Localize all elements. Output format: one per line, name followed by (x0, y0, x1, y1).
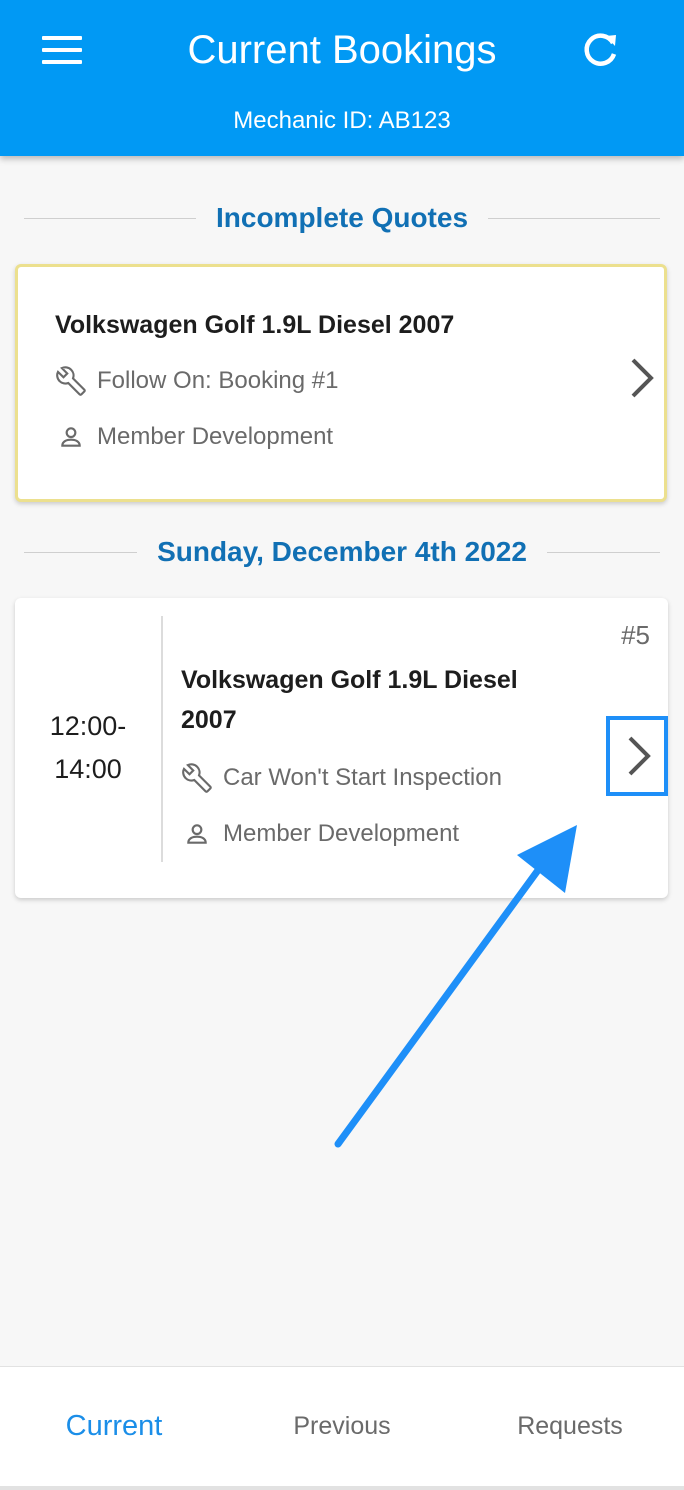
incomplete-quote-card[interactable]: Volkswagen Golf 1.9L Diesel 2007 Follow … (15, 264, 667, 502)
nav-tab-current[interactable]: Current (0, 1367, 228, 1486)
bottom-navigation: Current Previous Requests (0, 1366, 684, 1486)
heading-rule-left (24, 217, 196, 219)
mechanic-id: Mechanic ID: AB123 (233, 107, 451, 134)
booking-vehicle-title-line1: Volkswagen Golf 1.9L Diesel (181, 666, 518, 694)
person-icon (181, 818, 213, 850)
incomplete-quotes-heading: Incomplete Quotes (24, 198, 661, 238)
bottom-edge (0, 1486, 684, 1490)
booking-time-start: 12:00- (49, 711, 127, 741)
wrench-icon (181, 762, 213, 794)
quote-vehicle-title: Volkswagen Golf 1.9L Diesel 2007 (55, 311, 455, 339)
booking-card[interactable]: 12:00- 14:00 #5 Volkswagen Golf 1.9L Die… (15, 598, 668, 898)
incomplete-quotes-heading-text: Incomplete Quotes (215, 202, 469, 233)
booking-service-row: Car Won't Start Inspection (181, 758, 601, 798)
person-icon (55, 421, 87, 453)
date-heading: Sunday, December 4th 2022 (24, 532, 660, 572)
menu-button[interactable] (30, 22, 94, 78)
booking-member-row: Member Development (181, 814, 601, 854)
nav-tab-requests[interactable]: Requests (456, 1367, 684, 1486)
booking-number: #5 (621, 620, 650, 650)
page-title: Current Bookings (187, 28, 497, 72)
app-header: Current Bookings Mechanic ID: AB123 (0, 0, 684, 156)
nav-tab-previous[interactable]: Previous (228, 1367, 456, 1486)
date-heading-text: Sunday, December 4th 2022 (157, 536, 527, 567)
heading-rule-right (546, 551, 660, 553)
booking-member-text: Member Development (223, 820, 460, 847)
heading-rule-right (488, 217, 661, 219)
booking-time-end: 14:00 (54, 754, 122, 784)
heading-rule-left (24, 551, 138, 553)
quote-open-button[interactable] (618, 353, 662, 403)
refresh-icon (584, 33, 617, 66)
chevron-right-icon (631, 358, 654, 398)
refresh-button[interactable] (570, 22, 630, 78)
quote-member-text: Member Development (97, 423, 334, 450)
time-divider (161, 616, 163, 862)
quote-service-text: Follow On: Booking #1 (97, 367, 339, 394)
booking-service-text: Car Won't Start Inspection (223, 764, 502, 791)
booking-time: 12:00- 14:00 (15, 598, 161, 898)
quote-service-row: Follow On: Booking #1 (55, 361, 595, 401)
chevron-right-icon (628, 736, 651, 776)
wrench-icon (55, 365, 87, 397)
booking-vehicle-title-line2: 2007 (181, 706, 237, 734)
booking-open-button[interactable] (606, 716, 668, 796)
quote-member-row: Member Development (55, 417, 595, 457)
